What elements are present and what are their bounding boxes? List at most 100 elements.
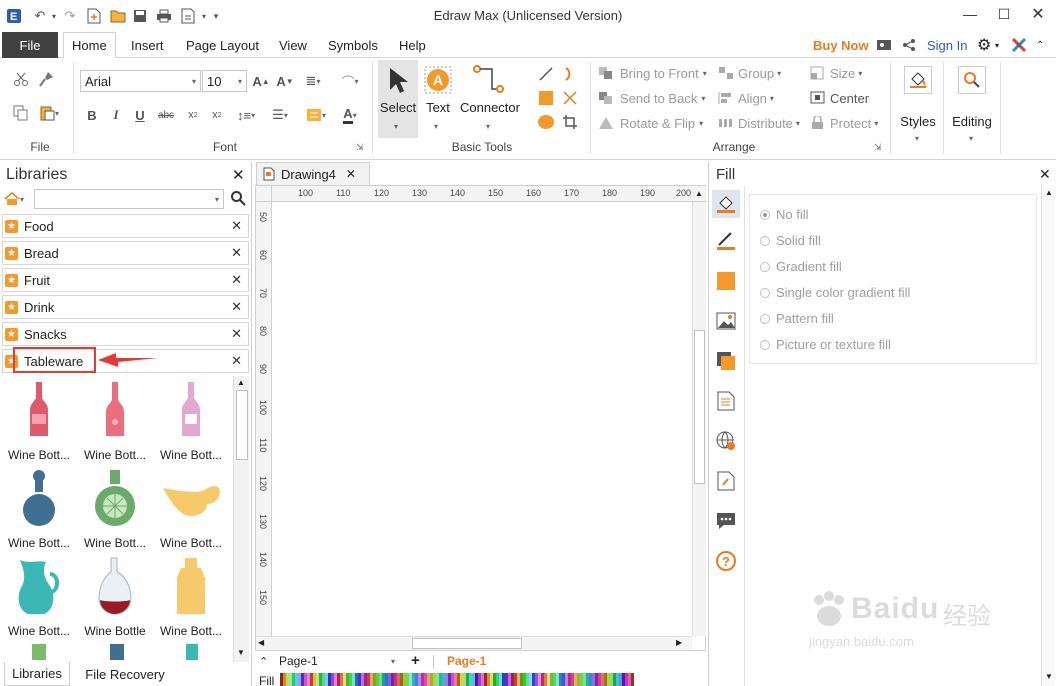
help-icon[interactable]: ? [715, 550, 737, 572]
size-button[interactable]: Size ▾ [810, 64, 862, 82]
decrease-font-icon[interactable]: A ▼ [274, 70, 296, 92]
image-icon[interactable] [715, 310, 737, 332]
radio-no-fill[interactable] [760, 209, 770, 220]
editing-button[interactable]: Editing ▾ [948, 62, 996, 152]
minimize-button[interactable]: — [956, 4, 984, 24]
library-scroll-thumb[interactable] [236, 390, 248, 460]
layers-icon[interactable] [715, 350, 737, 372]
color-palette-bar[interactable] [280, 673, 634, 686]
library-shape[interactable]: Wine Bott... [154, 468, 228, 550]
maximize-button[interactable]: ☐ [990, 4, 1018, 24]
text-highlight-icon[interactable]: ▾ [302, 104, 330, 126]
fill-tool-icon[interactable] [712, 190, 740, 218]
fill-option-solid-fill[interactable]: Solid fill [760, 233, 821, 248]
line-style-icon[interactable] [715, 230, 737, 252]
connector-tool-button[interactable]: Connector ▾ [458, 60, 522, 138]
page-selector-dropdown-icon[interactable]: ▾ [391, 657, 395, 666]
tab-file-recovery[interactable]: File Recovery [78, 662, 172, 686]
page-selector[interactable]: Page-1 [279, 654, 318, 668]
font-color-icon[interactable]: A ▾ [336, 104, 364, 126]
strikethrough-button[interactable]: abc [154, 104, 178, 126]
scroll-up-icon[interactable]: ▲ [237, 378, 245, 387]
library-shape[interactable]: Wine Bott... [2, 380, 76, 462]
add-page-icon[interactable]: + [411, 652, 420, 669]
bullets-icon[interactable]: ☰ ▾ [266, 104, 294, 126]
close-library-icon[interactable]: ✕ [231, 218, 242, 234]
library-home-icon[interactable]: ▾ [4, 189, 30, 209]
send-to-back-button[interactable]: Send to Back ▾ [598, 89, 705, 107]
tab-insert[interactable]: Insert [131, 32, 164, 58]
library-shape[interactable]: Wine Bott... [2, 556, 76, 638]
active-page-tab[interactable]: Page-1 [447, 654, 486, 668]
crop-tool-icon[interactable] [560, 112, 580, 132]
library-item-fruit[interactable]: ★ Fruit ✕ [2, 268, 249, 292]
canvas-horizontal-scrollbar[interactable]: ◀ ▶ [256, 636, 692, 650]
line-tool-icon[interactable] [536, 64, 556, 84]
superscript-button[interactable]: x2 [206, 104, 228, 126]
fill-scroll-down-icon[interactable]: ▼ [1045, 672, 1053, 681]
tab-symbols[interactable]: Symbols [328, 32, 378, 58]
scroll-down-icon[interactable]: ▼ [237, 648, 245, 657]
library-shape[interactable]: Wine Bott... [154, 380, 228, 462]
fill-option-gradient-fill[interactable]: Gradient fill [760, 259, 842, 274]
styles-button[interactable]: Styles ▾ [896, 62, 940, 152]
drawing-canvas[interactable] [273, 203, 691, 635]
hyperlink-globe-icon[interactable] [715, 430, 737, 452]
page-bar-toggle-icon[interactable]: ⌃ [259, 655, 268, 668]
arc-tool-icon[interactable] [560, 64, 580, 84]
page-properties-icon[interactable] [715, 390, 737, 412]
settings-gear-icon[interactable]: ⚙ [977, 32, 991, 58]
canvas-vertical-scrollbar[interactable] [692, 202, 706, 636]
library-item-snacks[interactable]: ★ Snacks ✕ [2, 322, 249, 346]
close-libraries-icon[interactable]: ✕ [232, 166, 245, 184]
library-item-drink[interactable]: ★ Drink ✕ [2, 295, 249, 319]
vertical-scroll-thumb[interactable] [694, 330, 705, 484]
edraw-apps-icon[interactable] [1011, 32, 1027, 58]
close-window-button[interactable]: ✕ [1024, 4, 1052, 24]
radio-gradient-fill[interactable] [760, 261, 770, 272]
center-button[interactable]: Center [810, 89, 869, 107]
hscroll-right-icon[interactable]: ▶ [676, 638, 682, 647]
tab-help[interactable]: Help [399, 32, 426, 58]
collapse-ribbon-icon[interactable]: ⌃ [1036, 32, 1044, 58]
sign-in-link[interactable]: Sign In [927, 32, 967, 58]
radio-solid-fill[interactable] [760, 235, 770, 246]
cut-icon[interactable] [10, 68, 32, 90]
font-dialog-launcher-icon[interactable]: ⇲ [356, 142, 364, 153]
library-shape[interactable]: Wine Bott... [154, 556, 228, 638]
text-rotate-icon[interactable]: ⌒ ▾ [334, 70, 366, 92]
library-shape[interactable]: Wine Bottle [78, 556, 152, 638]
select-tool-button[interactable]: Select ▾ [378, 60, 418, 138]
tab-page-layout[interactable]: Page Layout [186, 32, 259, 58]
font-size-select[interactable]: 10 ▾ [202, 70, 247, 92]
fill-option-pattern-fill[interactable]: Pattern fill [760, 311, 834, 326]
color-swatch[interactable] [631, 673, 634, 686]
hscroll-left-icon[interactable]: ◀ [258, 638, 264, 647]
close-library-icon[interactable]: ✕ [231, 353, 242, 369]
bold-button[interactable]: B [82, 104, 102, 126]
radio-picture-texture[interactable] [760, 339, 770, 350]
horizontal-scroll-thumb[interactable] [412, 638, 522, 649]
font-family-select[interactable]: Arial ▾ [80, 70, 201, 92]
format-painter-icon[interactable] [36, 68, 58, 90]
cross-tool-icon[interactable] [560, 88, 580, 108]
vscroll-up-icon[interactable]: ▲ [692, 186, 706, 202]
library-shape[interactable]: Wine Bott... [78, 380, 152, 462]
tab-libraries[interactable]: Libraries [4, 662, 70, 686]
file-menu-button[interactable]: File [2, 32, 58, 58]
library-search-input[interactable]: ▾ [34, 189, 224, 209]
close-library-icon[interactable]: ✕ [231, 272, 242, 288]
rectangle-tool-icon[interactable] [536, 88, 556, 108]
line-spacing-icon[interactable]: ↕≡ ▾ [232, 104, 260, 126]
bring-to-front-button[interactable]: Bring to Front ▾ [598, 64, 707, 82]
library-shape[interactable]: Wine Bott... [2, 468, 76, 550]
account-card-icon[interactable] [876, 32, 892, 58]
document-tab[interactable]: Drawing4 ✕ [256, 162, 370, 185]
search-icon[interactable] [230, 190, 246, 209]
underline-button[interactable]: U [130, 104, 150, 126]
library-item-bread[interactable]: ★ Bread ✕ [2, 241, 249, 265]
fill-option-single-color-gradient[interactable]: Single color gradient fill [760, 285, 910, 300]
paste-icon[interactable]: ▾ [36, 102, 62, 124]
ellipse-tool-icon[interactable] [536, 112, 556, 132]
fill-option-no-fill[interactable]: No fill [760, 207, 809, 222]
